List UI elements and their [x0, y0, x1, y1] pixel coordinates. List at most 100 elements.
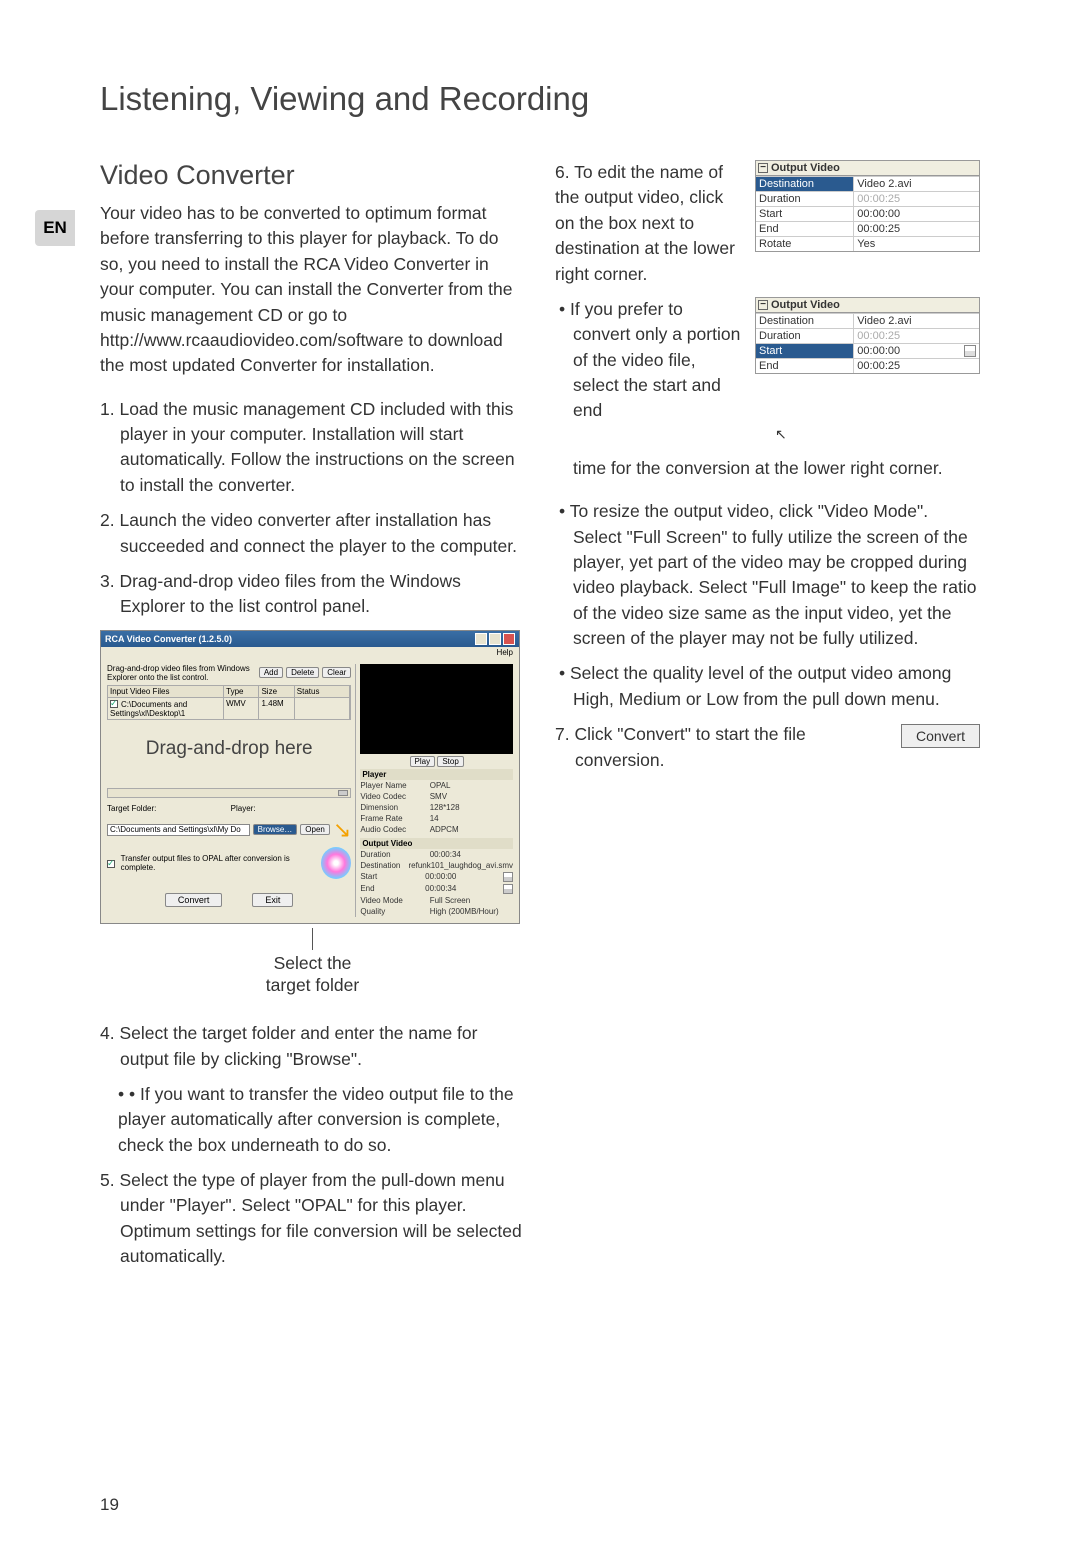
bullet-quality-text: Select the quality level of the output v… [570, 663, 951, 708]
col-size: Size [259, 686, 294, 697]
ov1-rotate-value[interactable]: Yes [854, 237, 979, 251]
val-duration: 00:00:34 [430, 850, 513, 859]
window-titlebar: RCA Video Converter (1.2.5.0) [101, 631, 519, 647]
output-video-table-1: −Output Video DestinationVideo 2.avi Dur… [755, 160, 980, 252]
ov1-row-start[interactable]: Start00:00:00 [756, 206, 979, 221]
ov1-header: Output Video [771, 162, 840, 174]
language-tab: EN [35, 210, 75, 246]
intro-paragraph: Your video has to be converted to optimu… [100, 201, 525, 379]
start-spinner[interactable] [964, 345, 976, 357]
window-title: RCA Video Converter (1.2.5.0) [105, 634, 232, 644]
maximize-icon[interactable] [489, 633, 501, 645]
ov1-destination-value[interactable]: Video 2.avi [854, 177, 979, 191]
val-player-name: OPAL [430, 781, 513, 790]
file-row[interactable]: C:\Documents and Settings\xl\Desktop\1 W… [107, 698, 351, 720]
ov1-duration-label: Duration [756, 192, 854, 206]
target-folder-label: Target Folder: [107, 804, 228, 813]
row-file: C:\Documents and Settings\xl\Desktop\1 [110, 700, 187, 718]
right-column: −Output Video DestinationVideo 2.avi Dur… [555, 160, 980, 1280]
ov1-row-rotate[interactable]: RotateYes [756, 236, 979, 251]
ov2-destination-value[interactable]: Video 2.avi [854, 314, 979, 328]
add-button[interactable]: Add [259, 667, 283, 678]
val-video-codec: SMV [430, 792, 513, 801]
convert-button-illustration[interactable]: Convert [901, 724, 980, 748]
convert-button[interactable]: Convert [165, 893, 223, 907]
ov2-row-destination[interactable]: DestinationVideo 2.avi [756, 313, 979, 328]
ov2-start-label: Start [756, 344, 854, 358]
left-column: Video Converter Your video has to be con… [100, 160, 525, 1280]
drag-drop-zone-label: Drag-and-drop here [107, 720, 351, 786]
portion-continuation: time for the conversion at the lower rig… [555, 456, 980, 481]
col-status: Status [295, 686, 351, 697]
ov1-destination-label: Destination [756, 177, 854, 191]
step-4-bullet: • If you want to transfer the video outp… [100, 1082, 525, 1158]
preview-area [360, 664, 513, 754]
menu-bar: Help [101, 647, 519, 658]
val-dimension: 128*128 [430, 803, 513, 812]
bullet-portion-text: If you prefer to convert only a portion … [570, 299, 740, 421]
exit-button[interactable]: Exit [252, 893, 293, 907]
ov2-header: Output Video [771, 299, 840, 311]
val-video-mode[interactable]: Full Screen [430, 896, 513, 905]
lbl-destination: Destination [360, 861, 408, 870]
close-icon[interactable] [503, 633, 515, 645]
page-number: 19 [100, 1495, 119, 1515]
screenshot-caption: Select the target folder [100, 952, 525, 998]
stop-button[interactable]: Stop [437, 756, 463, 767]
ov2-start-value[interactable]: 00:00:00 [854, 344, 979, 358]
step-5: 5. Select the type of player from the pu… [100, 1168, 525, 1270]
window-buttons [475, 633, 515, 645]
section-player: Player [360, 769, 513, 780]
lbl-video-mode: Video Mode [360, 896, 429, 905]
end-spinner[interactable] [503, 884, 513, 894]
lbl-duration: Duration [360, 850, 429, 859]
ov2-row-start[interactable]: Start00:00:00 [756, 343, 979, 358]
clear-button[interactable]: Clear [322, 667, 351, 678]
ov1-row-end[interactable]: End00:00:25 [756, 221, 979, 236]
col-input: Input Video Files [108, 686, 224, 697]
ov1-row-duration: Duration00:00:25 [756, 191, 979, 206]
bullet-quality: Select the quality level of the output v… [555, 661, 980, 712]
menu-help[interactable]: Help [497, 648, 513, 657]
lbl-audio-codec: Audio Codec [360, 825, 429, 834]
ov1-end-value[interactable]: 00:00:25 [854, 222, 979, 236]
lbl-frame-rate: Frame Rate [360, 814, 429, 823]
converter-screenshot: RCA Video Converter (1.2.5.0) Help Drag-… [100, 630, 520, 924]
collapse-icon[interactable]: − [758, 300, 768, 310]
val-end: 00:00:34 [425, 884, 503, 894]
step-4-bullet-text: • If you want to transfer the video outp… [118, 1084, 514, 1155]
bullet-resize-text: To resize the output video, click "Video… [570, 501, 977, 648]
minimize-icon[interactable] [475, 633, 487, 645]
ov2-duration-label: Duration [756, 329, 854, 343]
play-button[interactable]: Play [410, 756, 436, 767]
collapse-icon[interactable]: − [758, 163, 768, 173]
val-audio-codec: ADPCM [430, 825, 513, 834]
lbl-end: End [360, 884, 425, 894]
start-spinner[interactable] [503, 872, 513, 882]
transfer-checkbox-label: Transfer output files to OPAL after conv… [121, 854, 315, 872]
open-button[interactable]: Open [300, 824, 330, 835]
lbl-dimension: Dimension [360, 803, 429, 812]
player-label: Player: [231, 804, 352, 813]
delete-button[interactable]: Delete [286, 667, 319, 678]
target-folder-input[interactable]: C:\Documents and Settings\xl\My Do [107, 824, 250, 836]
row-checkbox[interactable] [110, 700, 118, 708]
horizontal-scrollbar[interactable] [107, 788, 351, 798]
caption-pointer [312, 928, 313, 950]
lbl-start: Start [360, 872, 425, 882]
ov1-start-value[interactable]: 00:00:00 [854, 207, 979, 221]
browse-button[interactable]: Browse… [253, 824, 298, 835]
page-title: Listening, Viewing and Recording [100, 80, 589, 118]
val-quality[interactable]: High (200MB/Hour) [430, 907, 513, 916]
section-output: Output Video [360, 838, 513, 849]
ov1-row-destination[interactable]: DestinationVideo 2.avi [756, 176, 979, 191]
ov2-row-duration: Duration00:00:25 [756, 328, 979, 343]
transfer-checkbox[interactable] [107, 860, 115, 868]
val-start: 00:00:00 [425, 872, 503, 882]
ov2-end-value[interactable]: 00:00:25 [854, 359, 979, 373]
lbl-player-name: Player Name [360, 781, 429, 790]
ov2-duration-value: 00:00:25 [854, 329, 979, 343]
bullet-resize: To resize the output video, click "Video… [555, 499, 980, 651]
step-3: 3. Drag-and-drop video files from the Wi… [100, 569, 525, 620]
ov2-row-end[interactable]: End00:00:25 [756, 358, 979, 373]
